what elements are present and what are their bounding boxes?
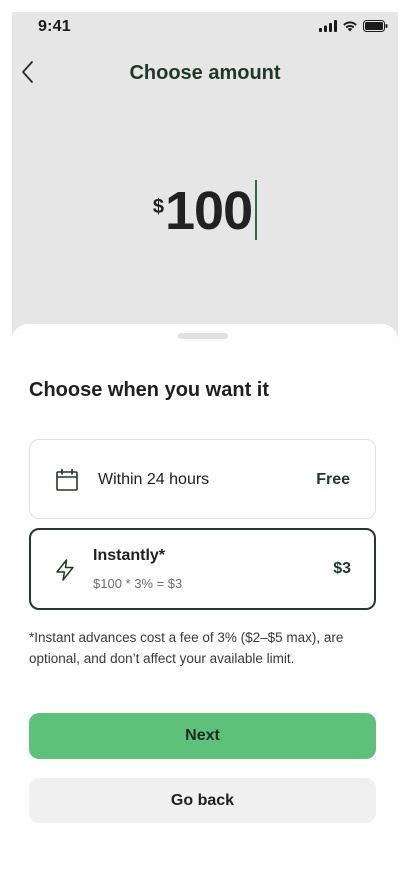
next-button[interactable]: Next (29, 713, 376, 759)
amount-area: 9:41 Choose amount $ 100 (12, 12, 398, 342)
amount-value: 100 (165, 181, 253, 241)
text-caret (255, 180, 258, 240)
option-instantly[interactable]: Instantly* $100 * 3% = $3 $3 (29, 528, 376, 610)
nav-bar: Choose amount (12, 56, 398, 96)
option-price: Free (316, 471, 350, 488)
status-icons (319, 20, 388, 32)
app-screen: 9:41 Choose amount $ 100 Choose when you… (12, 12, 398, 876)
option-within-24-hours[interactable]: Within 24 hours Free (29, 439, 376, 519)
option-price: $3 (333, 560, 351, 577)
option-label: Instantly* (93, 547, 166, 564)
page-title: Choose amount (129, 62, 281, 84)
fee-disclaimer: *Instant advances cost a fee of 3% ($2–$… (29, 630, 344, 666)
amount-currency: $ (152, 196, 164, 218)
sheet-title: Choose when you want it (29, 379, 270, 401)
bottom-sheet: Choose when you want it Within 24 hours … (12, 324, 398, 876)
calendar-icon (54, 467, 80, 493)
amount-input[interactable]: $ 100 (12, 180, 398, 241)
option-fee-calculation: $100 * 3% = $3 (93, 576, 183, 591)
status-bar: 9:41 (12, 12, 398, 42)
go-back-button[interactable]: Go back (29, 778, 376, 823)
status-time: 9:41 (38, 18, 71, 35)
sheet-handle[interactable] (178, 333, 228, 339)
wifi-icon (342, 20, 358, 32)
lightning-icon (52, 557, 78, 583)
battery-icon (363, 20, 388, 32)
signal-icon (319, 20, 337, 32)
option-label: Within 24 hours (98, 471, 210, 488)
